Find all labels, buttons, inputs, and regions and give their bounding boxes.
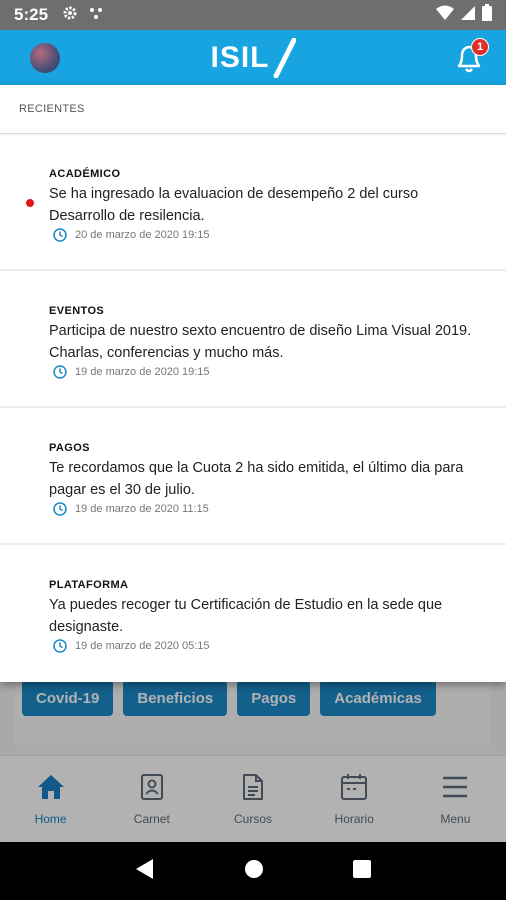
notification-item[interactable]: PAGOS Te recordamos que la Cuota 2 ha si…	[0, 408, 506, 545]
home-circle-icon[interactable]	[244, 859, 264, 884]
notification-time: 19 de marzo de 2020 05:15	[53, 639, 486, 653]
recents-square-icon[interactable]	[353, 859, 372, 883]
status-bar: 5:25	[0, 0, 506, 30]
clock-icon	[53, 502, 67, 516]
status-time: 5:25	[14, 5, 49, 24]
notification-category: EVENTOS	[49, 305, 105, 317]
clock-icon	[53, 365, 67, 379]
signal-icon	[460, 5, 476, 26]
notification-item[interactable]: ACADÉMICO Se ha ingresado la evaluacion …	[0, 134, 506, 271]
notification-time-text: 19 de marzo de 2020 11:15	[75, 503, 209, 515]
logo-slash-icon	[273, 37, 296, 78]
notification-time-text: 19 de marzo de 2020 05:15	[75, 640, 210, 652]
notification-category: ACADÉMICO	[49, 168, 121, 180]
notification-category: PAGOS	[49, 442, 90, 454]
notification-time: 19 de marzo de 2020 19:15	[53, 365, 486, 379]
app-header: ISIL 1	[0, 30, 506, 85]
notification-category: PLATAFORMA	[49, 579, 129, 591]
wifi-icon	[436, 5, 454, 26]
notification-time: 20 de marzo de 2020 19:15	[53, 228, 486, 242]
clock-icon	[53, 639, 67, 653]
panel-title: RECIENTES	[0, 85, 506, 134]
clock-icon	[53, 228, 67, 242]
battery-icon	[482, 4, 492, 26]
notification-count-badge: 1	[471, 38, 489, 56]
unread-indicator	[26, 199, 34, 207]
logo-text: ISIL	[210, 40, 270, 74]
notification-item[interactable]: EVENTOS Participa de nuestro sexto encue…	[0, 271, 506, 408]
notification-time-text: 20 de marzo de 2020 19:15	[75, 229, 210, 241]
isil-logo: ISIL	[210, 37, 296, 78]
notification-text: Se ha ingresado la evaluacion de desempe…	[49, 186, 419, 224]
notification-text: Te recordamos que la Cuota 2 ha sido emi…	[49, 460, 464, 498]
notification-text: Ya puedes recoger tu Certificación de Es…	[49, 597, 443, 635]
notification-time-text: 19 de marzo de 2020 19:15	[75, 366, 210, 378]
back-icon[interactable]	[135, 858, 155, 885]
notification-text: Participa de nuestro sexto encuentro de …	[49, 323, 472, 361]
settings-gear-icon	[62, 5, 78, 26]
avatar[interactable]	[30, 43, 60, 73]
cast-dots-icon	[88, 5, 104, 26]
system-navigation-bar	[0, 842, 506, 900]
notification-item[interactable]: PLATAFORMA Ya puedes recoger tu Certific…	[0, 545, 506, 682]
notification-time: 19 de marzo de 2020 11:15	[53, 502, 486, 516]
notifications-panel: RECIENTES ACADÉMICO Se ha ingresado la e…	[0, 85, 506, 682]
